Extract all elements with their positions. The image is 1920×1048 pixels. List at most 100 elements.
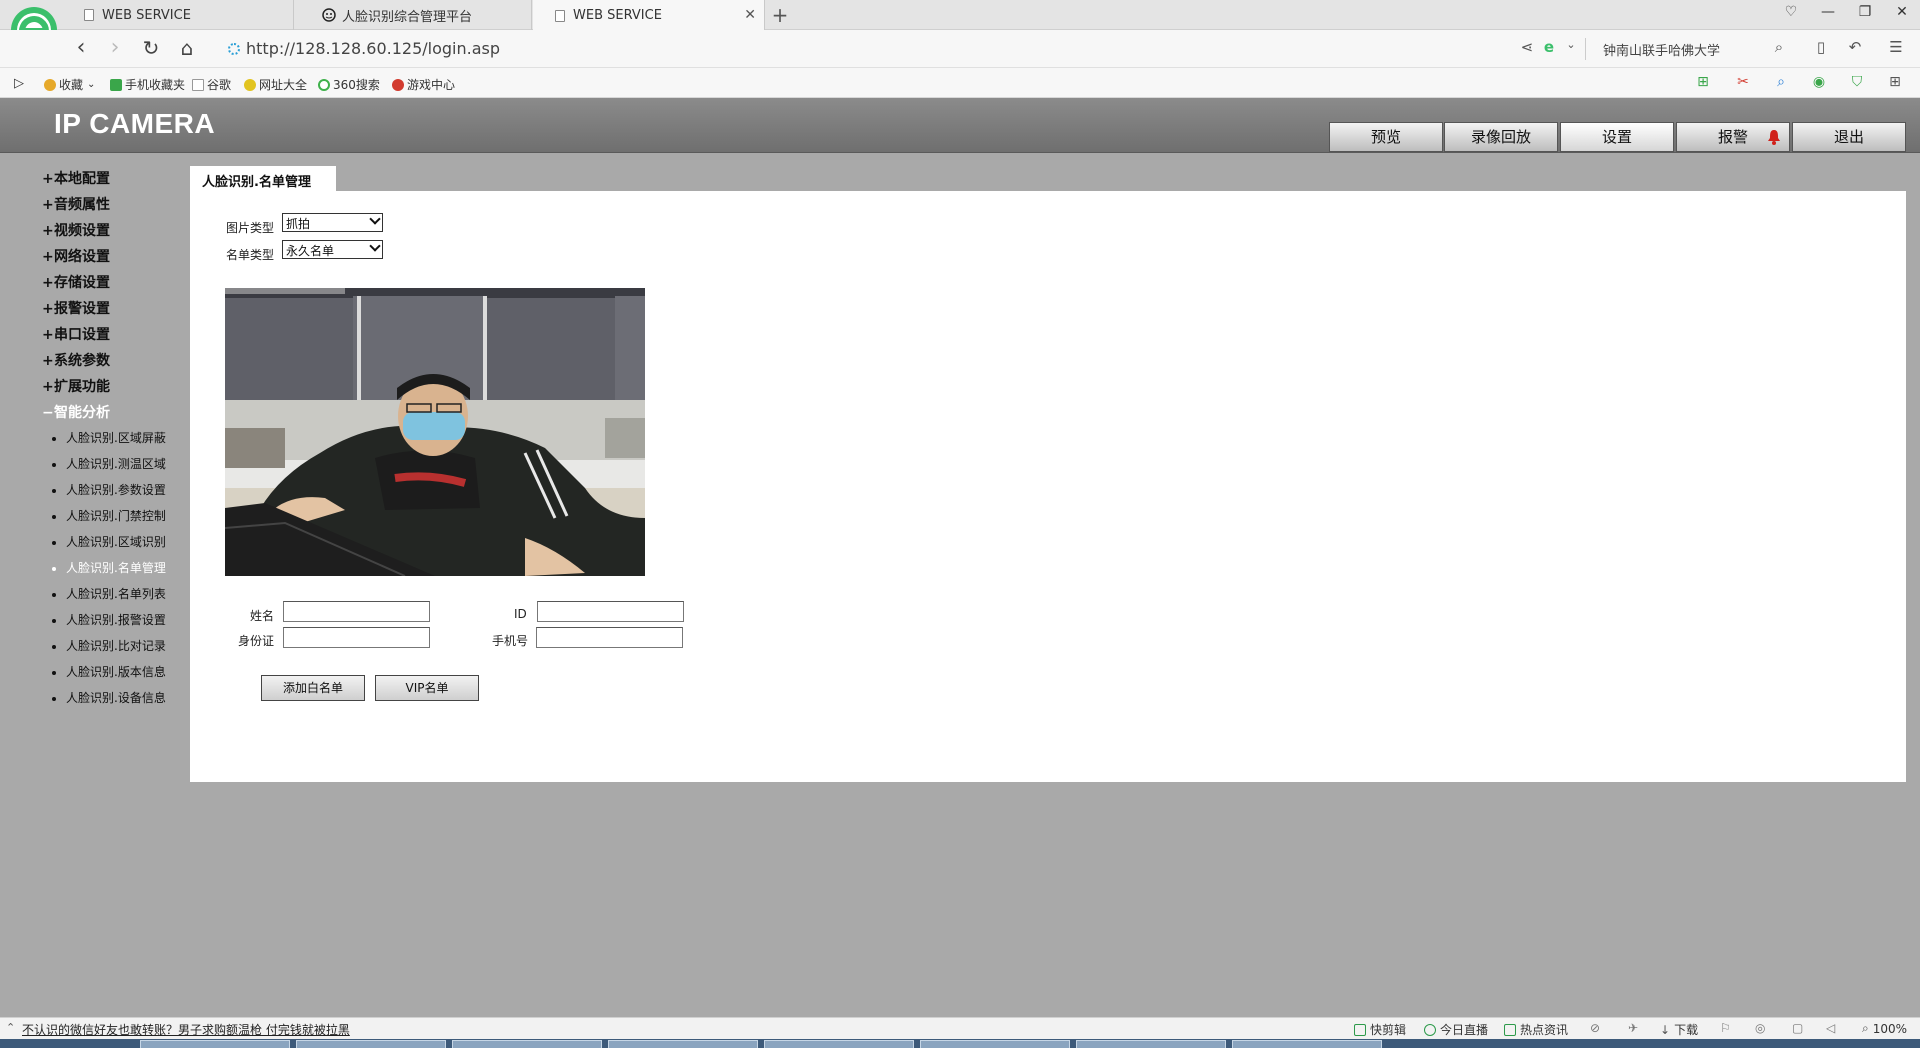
home-icon[interactable]: ⌂ — [174, 36, 200, 62]
tab-close-icon[interactable]: ✕ — [744, 7, 756, 23]
taskbar-app[interactable] — [764, 1040, 914, 1048]
status-speed-icon[interactable]: ⊘ — [1590, 1021, 1600, 1035]
nav-settings[interactable]: 设置 — [1560, 122, 1674, 152]
fav-item[interactable]: 手机收藏夹 — [110, 76, 185, 93]
sidebar-item-storage[interactable]: +存储设置 — [42, 272, 110, 292]
sidebar-item-alarm[interactable]: +报警设置 — [42, 298, 110, 318]
live-icon — [1424, 1023, 1436, 1036]
sidebar-subitem[interactable]: 人脸识别.门禁控制 — [52, 507, 166, 524]
sidebar-subitem-list-management[interactable]: 人脸识别.名单管理 — [52, 559, 166, 576]
tab-web-service-2[interactable]: WEB SERVICE ✕ — [533, 0, 765, 31]
status-zoom[interactable]: ⌕ 100% — [1862, 1021, 1907, 1036]
shield-icon[interactable]: ⛉ — [1844, 74, 1870, 92]
sidebar-subitem[interactable]: 人脸识别.区域识别 — [52, 533, 166, 550]
fav-item[interactable]: 收藏 ⌄ — [44, 76, 95, 93]
browser-mode-icon[interactable]: e — [1538, 38, 1560, 60]
chevron-down-icon[interactable]: ⌄ — [1560, 38, 1582, 60]
status-quick-edit[interactable]: 快剪辑 — [1354, 1021, 1406, 1038]
skin-icon[interactable]: ♡ — [1778, 4, 1804, 20]
taskbar-app[interactable] — [1076, 1040, 1226, 1048]
vip-list-button[interactable]: VIP名单 — [375, 675, 479, 701]
status-live[interactable]: 今日直播 — [1424, 1021, 1488, 1038]
menu-icon[interactable]: ☰ — [1885, 38, 1907, 60]
search-360-icon — [318, 78, 330, 91]
mobile-icon[interactable]: ▯ — [1810, 38, 1832, 60]
search-input[interactable]: 钟南山联手哈佛大学 — [1603, 40, 1720, 59]
nav-alarm[interactable]: 报警 — [1676, 122, 1790, 152]
minimize-icon[interactable]: — — [1815, 4, 1841, 20]
taskbar-app[interactable] — [920, 1040, 1070, 1048]
sidebar-item-local-config[interactable]: +本地配置 — [42, 168, 110, 188]
face-platform-icon — [322, 8, 336, 22]
tab-label: WEB SERVICE — [102, 7, 191, 23]
close-window-icon[interactable]: ✕ — [1889, 4, 1915, 20]
fav-item[interactable]: 游戏中心 — [392, 76, 455, 93]
forward-icon[interactable]: › — [102, 36, 128, 62]
sidebar-subitem[interactable]: 人脸识别.区域屏蔽 — [52, 429, 166, 446]
nav-playback[interactable]: 录像回放 — [1444, 122, 1558, 152]
apps-grid-icon[interactable]: ⊞ — [1882, 74, 1908, 92]
scissors-icon[interactable]: ✂ — [1730, 74, 1756, 92]
page-title: IP CAMERA — [54, 108, 216, 139]
status-download[interactable]: ↓ 下载 — [1660, 1021, 1698, 1038]
image-type-select[interactable]: 抓拍 — [282, 213, 383, 232]
status-flag-icon[interactable]: ⚐ — [1720, 1021, 1731, 1035]
back-icon[interactable]: ‹ — [68, 36, 94, 62]
phone-input[interactable] — [536, 627, 683, 648]
magnifier-icon[interactable]: ⌕ — [1768, 74, 1794, 92]
new-tab-button[interactable]: + — [768, 3, 792, 27]
favorites-bar: ▷ 收藏 ⌄ 手机收藏夹 谷歌 网址大全 360搜索 游戏中心 ⊞ ✂ ⌕ ◉ … — [0, 68, 1920, 98]
sidebar-item-video[interactable]: +视频设置 — [42, 220, 110, 240]
tab-label: WEB SERVICE — [573, 8, 662, 23]
site-directory-icon — [244, 78, 256, 91]
restore-icon[interactable]: ❐ — [1852, 4, 1878, 20]
share-icon[interactable]: ⋖ — [1516, 38, 1538, 60]
status-window-icon[interactable]: ▢ — [1792, 1021, 1803, 1035]
sidebar-item-smart-analysis[interactable]: −智能分析 — [42, 402, 110, 422]
fav-item[interactable]: 谷歌 — [192, 76, 231, 93]
sidebar-subitem[interactable]: 人脸识别.比对记录 — [52, 637, 166, 654]
refresh-icon[interactable]: ↻ — [138, 36, 164, 62]
sidebar-subitem[interactable]: 人脸识别.报警设置 — [52, 611, 166, 628]
url-input[interactable]: http://128.128.60.125/login.asp — [246, 39, 500, 58]
sidebar-item-network[interactable]: +网络设置 — [42, 246, 110, 266]
taskbar-app[interactable] — [1232, 1040, 1382, 1048]
undo-icon[interactable]: ↶ — [1844, 38, 1866, 60]
status-clean-icon[interactable]: ◎ — [1755, 1021, 1765, 1035]
idcard-input[interactable] — [283, 627, 430, 648]
status-volume-icon[interactable]: ◁ — [1826, 1021, 1835, 1035]
sidebar-item-system[interactable]: +系统参数 — [42, 350, 110, 370]
status-hot-news[interactable]: 热点资讯 — [1504, 1021, 1568, 1038]
sidebar-item-audio[interactable]: +音频属性 — [42, 194, 110, 214]
sidebar-item-extension[interactable]: +扩展功能 — [42, 376, 110, 396]
sidebar-subitem[interactable]: 人脸识别.参数设置 — [52, 481, 166, 498]
mobile-fav-icon — [110, 78, 122, 91]
fav-item[interactable]: 网址大全 — [244, 76, 307, 93]
sidebar-item-serial[interactable]: +串口设置 — [42, 324, 110, 344]
taskbar-app[interactable] — [140, 1040, 290, 1048]
id-input[interactable] — [537, 601, 684, 622]
search-icon[interactable]: ⌕ — [1768, 38, 1790, 60]
sidebar-toggle-icon[interactable]: ▷ — [14, 76, 24, 91]
tab-face-platform[interactable]: 人脸识别综合管理平台 — [300, 0, 532, 30]
fav-item[interactable]: 360搜索 — [318, 76, 380, 93]
sidebar-subitem[interactable]: 人脸识别.测温区域 — [52, 455, 166, 472]
status-pin-icon[interactable]: ✈ — [1628, 1021, 1638, 1035]
nav-preview[interactable]: 预览 — [1329, 122, 1443, 152]
taskbar-app[interactable] — [608, 1040, 758, 1048]
tab-web-service-1[interactable]: WEB SERVICE — [62, 0, 294, 30]
list-type-select[interactable]: 永久名单 — [282, 240, 383, 259]
nav-logout[interactable]: 退出 — [1792, 122, 1906, 152]
chevron-up-icon[interactable]: ⌃ — [6, 1021, 15, 1034]
sidebar-subitem[interactable]: 人脸识别.设备信息 — [52, 689, 166, 706]
news-ticker-link[interactable]: 不认识的微信好友也敢转账？男子求购额温枪 付完钱就被拉黑 — [22, 1021, 350, 1038]
sidebar-subitem[interactable]: 人脸识别.名单列表 — [52, 585, 166, 602]
gamepad-icon[interactable]: ◉ — [1806, 74, 1832, 92]
name-input[interactable] — [283, 601, 430, 622]
sidebar-subitem[interactable]: 人脸识别.版本信息 — [52, 663, 166, 680]
taskbar-app[interactable] — [296, 1040, 446, 1048]
add-whitelist-button[interactable]: 添加白名单 — [261, 675, 365, 701]
taskbar-app[interactable] — [452, 1040, 602, 1048]
translate-icon[interactable]: ⊞ — [1690, 74, 1716, 92]
alarm-bell-icon — [1768, 130, 1780, 145]
